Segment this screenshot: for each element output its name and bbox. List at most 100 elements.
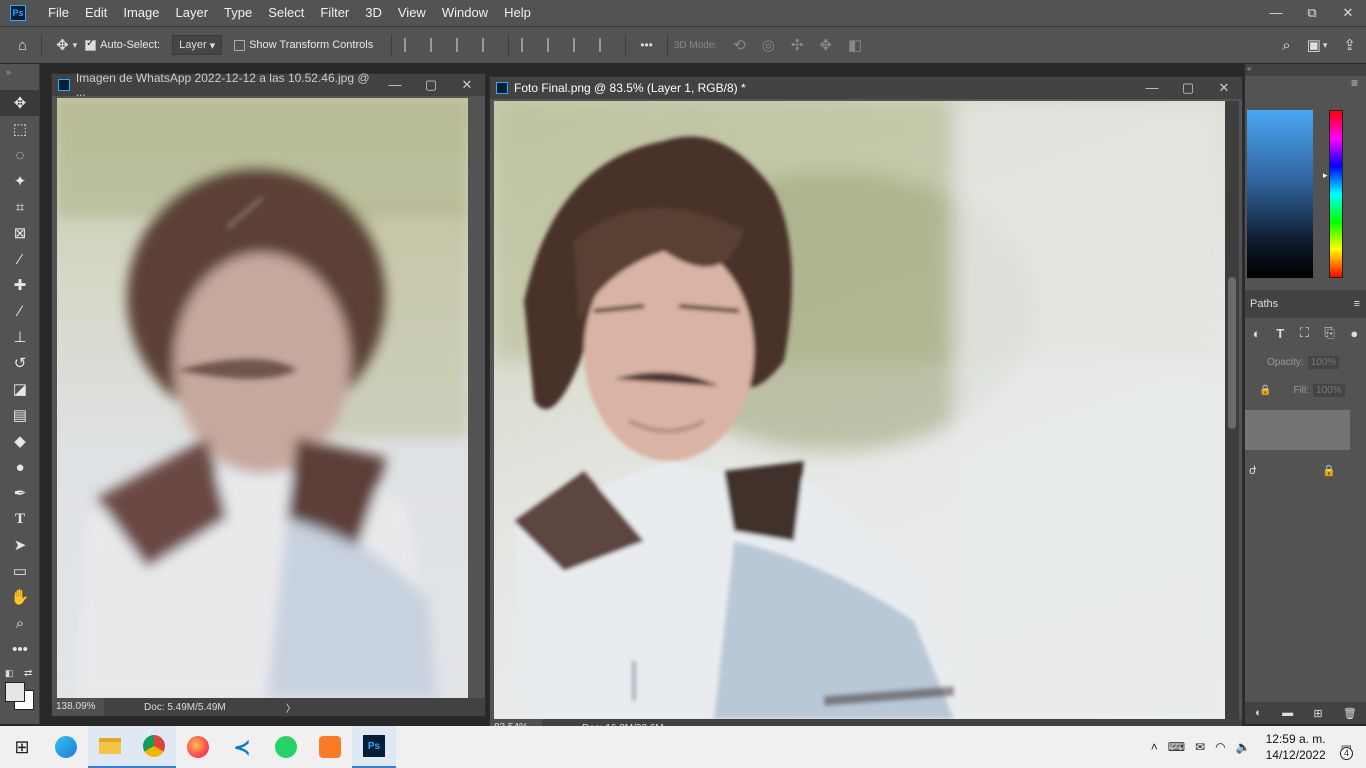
panel-collapse-icon[interactable]: «: [1245, 64, 1366, 76]
stamp-tool-icon[interactable]: ⊥: [0, 324, 40, 350]
smart-object-filter-icon[interactable]: ⎘: [1324, 325, 1334, 341]
whatsapp-icon[interactable]: [264, 726, 308, 768]
3d-camera-icon[interactable]: ◧: [848, 36, 862, 54]
hand-tool-icon[interactable]: ✋: [0, 584, 40, 610]
distribute-icon[interactable]: [482, 38, 496, 52]
magic-wand-tool-icon[interactable]: ✦: [0, 168, 40, 194]
doc2-canvas[interactable]: [494, 101, 1225, 719]
move-tool-icon[interactable]: ✥: [56, 36, 69, 54]
align-right-icon[interactable]: [456, 38, 470, 52]
doc2-title-bar[interactable]: Foto Final.png @ 83.5% (Layer 1, RGB/8) …: [490, 77, 1242, 99]
pen-tool-icon[interactable]: ✒: [0, 480, 40, 506]
more-options-icon[interactable]: •••: [640, 38, 653, 52]
more-tools-icon[interactable]: •••: [0, 636, 40, 662]
new-layer-icon[interactable]: ⊞: [1313, 707, 1322, 720]
distribute-vertical-icon[interactable]: [599, 38, 613, 52]
auto-select-target-dropdown[interactable]: Layer ▾: [172, 35, 223, 55]
menu-3d[interactable]: 3D: [357, 0, 390, 26]
paths-tab[interactable]: Paths ≡: [1245, 290, 1366, 318]
panel-menu-icon[interactable]: ≡: [1354, 298, 1360, 310]
eyedropper-tool-icon[interactable]: ⁄: [0, 246, 40, 272]
marquee-tool-icon[interactable]: ⬚: [0, 116, 40, 142]
history-brush-tool-icon[interactable]: ↺: [0, 350, 40, 376]
blur-tool-icon[interactable]: ◆: [0, 428, 40, 454]
clock[interactable]: 12:59 a. m. 14/12/2022: [1266, 731, 1326, 763]
layer-row-background[interactable]: ժ 🔒: [1245, 450, 1366, 490]
fill-input[interactable]: 100%: [1313, 383, 1345, 397]
file-explorer-icon[interactable]: [88, 726, 132, 768]
chrome-icon[interactable]: [132, 726, 176, 768]
menu-type[interactable]: Type: [216, 0, 260, 26]
restore-button[interactable]: ⧉: [1294, 5, 1330, 21]
3d-roll-icon[interactable]: ◎: [762, 36, 775, 54]
shape-filter-icon[interactable]: ⛶: [1300, 325, 1309, 341]
zoom-tool-icon[interactable]: ⌕: [0, 610, 40, 636]
meet-now-icon[interactable]: ⌨: [1168, 740, 1185, 754]
menu-layer[interactable]: Layer: [168, 0, 217, 26]
3d-orbit-icon[interactable]: ⟲: [733, 36, 746, 54]
panel-menu-icon[interactable]: ≡: [1245, 76, 1366, 100]
chevron-down-icon[interactable]: ▾: [1323, 40, 1328, 51]
trash-icon[interactable]: 🗑: [1343, 707, 1357, 720]
doc2-restore-button[interactable]: ▢: [1170, 80, 1206, 96]
menu-image[interactable]: Image: [115, 0, 167, 26]
doc1-minimize-button[interactable]: —: [377, 77, 413, 93]
foreground-color-swatch[interactable]: [5, 682, 25, 702]
doc2-close-button[interactable]: ✕: [1206, 80, 1242, 96]
lasso-tool-icon[interactable]: ◌: [0, 142, 40, 168]
menu-window[interactable]: Window: [434, 0, 496, 26]
align-bottom-icon[interactable]: [573, 38, 587, 52]
color-field[interactable]: [1247, 110, 1313, 278]
doc1-doc-info[interactable]: Doc: 5.49M/5.49M: [144, 702, 226, 713]
collapse-icon[interactable]: »: [0, 64, 39, 90]
hue-pointer-icon[interactable]: ▸: [1323, 170, 1328, 181]
layer-row-selected[interactable]: [1245, 410, 1350, 450]
dodge-tool-icon[interactable]: ●: [0, 454, 40, 480]
menu-help[interactable]: Help: [496, 0, 539, 26]
menu-filter[interactable]: Filter: [312, 0, 357, 26]
doc1-restore-button[interactable]: ▢: [413, 77, 449, 93]
doc2-vertical-scrollbar[interactable]: [1225, 101, 1239, 719]
lock-icon[interactable]: 🔒: [1259, 385, 1271, 396]
search-icon[interactable]: ⌕: [1282, 37, 1290, 54]
3d-pan-icon[interactable]: ✣: [791, 36, 804, 54]
rectangle-tool-icon[interactable]: ▭: [0, 558, 40, 584]
doc1-title-bar[interactable]: Imagen de WhatsApp 2022-12-12 a las 10.5…: [52, 71, 485, 99]
3d-slide-icon[interactable]: ✥: [819, 36, 832, 54]
vscode-icon[interactable]: ≺: [220, 726, 264, 768]
opacity-input[interactable]: 100%: [1307, 355, 1340, 369]
layer-lock-icon[interactable]: 🔒: [1322, 464, 1336, 477]
photoshop-taskbar-icon[interactable]: Ps: [352, 726, 396, 768]
color-picker-panel[interactable]: ▸: [1245, 100, 1366, 290]
auto-select-checkbox[interactable]: [85, 38, 97, 51]
filter-toggle-icon[interactable]: ●: [1350, 326, 1358, 341]
path-select-tool-icon[interactable]: ➤: [0, 532, 40, 558]
move-tool-icon[interactable]: ✥: [0, 90, 40, 116]
edge-icon[interactable]: [44, 726, 88, 768]
crop-tool-icon[interactable]: ⌗: [0, 194, 40, 220]
adjustment-layer-icon[interactable]: ◐: [1255, 707, 1262, 719]
notifications-icon[interactable]: ▭ 4: [1340, 740, 1353, 760]
firefox-icon[interactable]: [176, 726, 220, 768]
minimize-button[interactable]: —: [1258, 5, 1294, 21]
align-top-icon[interactable]: [521, 38, 535, 52]
align-middle-icon[interactable]: [547, 38, 561, 52]
chevron-down-icon[interactable]: ▾: [73, 40, 78, 51]
healing-tool-icon[interactable]: ✚: [0, 272, 40, 298]
type-tool-icon[interactable]: T: [0, 506, 40, 532]
share-icon[interactable]: ⇪: [1343, 36, 1356, 54]
doc1-canvas[interactable]: [57, 98, 468, 698]
hue-slider[interactable]: [1329, 110, 1343, 278]
brush-tool-icon[interactable]: ∕: [0, 298, 40, 324]
type-filter-icon[interactable]: T: [1276, 326, 1284, 341]
align-center-icon[interactable]: [430, 38, 444, 52]
swap-colors-icon[interactable]: ⇄: [24, 668, 32, 679]
workspace-icon[interactable]: ▣: [1307, 36, 1321, 54]
tray-chevron-icon[interactable]: ˄: [1151, 740, 1158, 754]
frame-tool-icon[interactable]: ⊠: [0, 220, 40, 246]
doc2-minimize-button[interactable]: —: [1134, 80, 1170, 96]
align-left-icon[interactable]: [404, 38, 418, 52]
home-icon[interactable]: ⌂: [18, 37, 27, 54]
show-transform-checkbox[interactable]: [234, 39, 246, 51]
gradient-tool-icon[interactable]: ▤: [0, 402, 40, 428]
